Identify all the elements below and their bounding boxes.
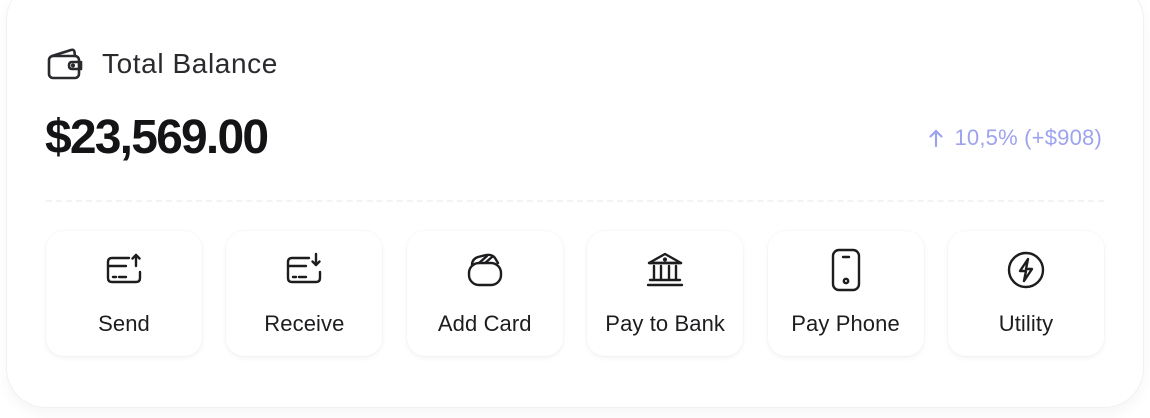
arrow-up-icon xyxy=(928,127,946,149)
balance-change: 10,5% (+$908) xyxy=(928,122,1102,154)
balance-amount: $23,569.00 xyxy=(45,111,269,164)
send-label: Send xyxy=(98,311,150,336)
pay-phone-label: Pay Phone xyxy=(791,311,900,336)
utility-label: Utility xyxy=(998,311,1054,336)
quick-actions: Send Receive Add Card Pay to Bank Pay Ph… xyxy=(46,231,1104,356)
receive-label: Receive xyxy=(264,311,345,336)
divider xyxy=(46,200,1104,202)
pay-to-bank-button[interactable]: Pay to Bank xyxy=(587,231,744,356)
wallet-icon xyxy=(46,44,86,84)
bank-icon xyxy=(645,250,685,290)
receive-card-icon xyxy=(284,250,324,290)
pay-phone-button[interactable]: Pay Phone xyxy=(767,231,924,356)
receive-button[interactable]: Receive xyxy=(226,231,383,356)
send-card-icon xyxy=(104,250,144,290)
utility-button[interactable]: Utility xyxy=(947,231,1104,356)
add-card-label: Add Card xyxy=(437,311,532,336)
pay-to-bank-label: Pay to Bank xyxy=(605,311,726,336)
balance-header: Total Balance xyxy=(46,44,278,84)
phone-icon xyxy=(826,248,866,292)
add-card-button[interactable]: Add Card xyxy=(406,231,563,356)
send-button[interactable]: Send xyxy=(46,231,202,356)
lightning-icon xyxy=(1006,250,1046,290)
add-card-icon xyxy=(465,250,505,290)
balance-title: Total Balance xyxy=(102,48,278,79)
balance-change-text: 10,5% (+$908) xyxy=(954,125,1102,150)
